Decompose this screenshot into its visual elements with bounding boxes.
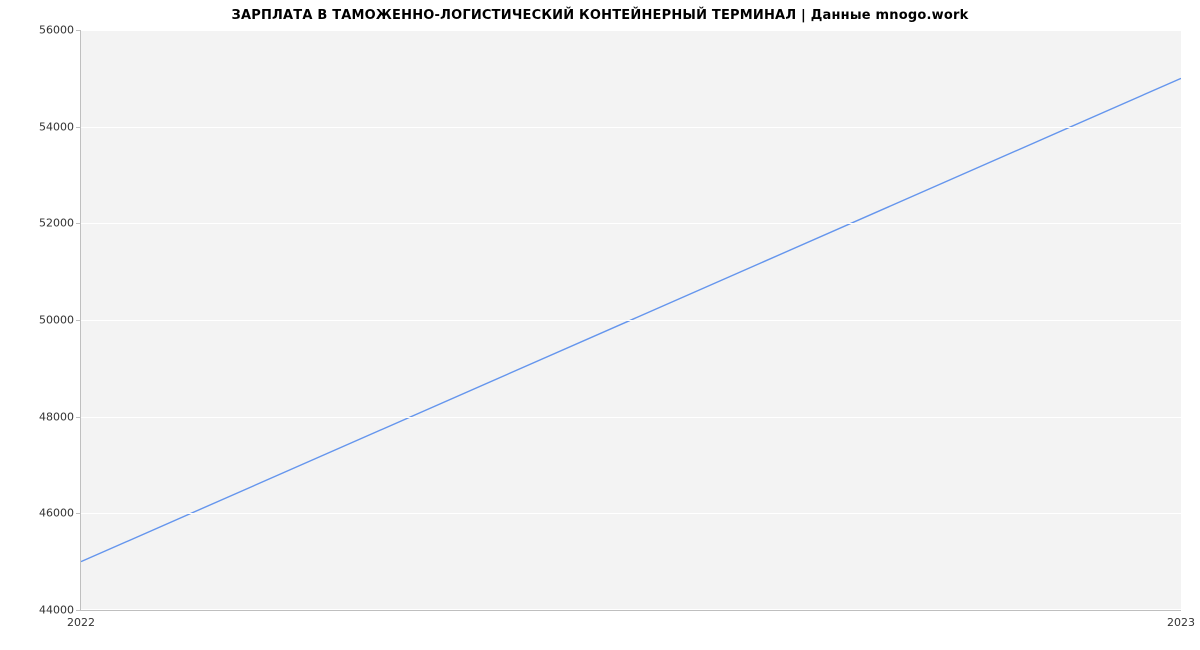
y-tick-label: 48000 bbox=[4, 410, 74, 423]
y-tick-label: 50000 bbox=[4, 314, 74, 327]
y-tick-label: 56000 bbox=[4, 24, 74, 37]
grid-line bbox=[81, 417, 1181, 418]
grid-line bbox=[81, 30, 1181, 31]
grid-line bbox=[81, 513, 1181, 514]
grid-line bbox=[81, 609, 1181, 610]
salary-line-chart: ЗАРПЛАТА В ТАМОЖЕННО-ЛОГИСТИЧЕСКИЙ КОНТЕ… bbox=[0, 0, 1200, 650]
y-tick-label: 44000 bbox=[4, 604, 74, 617]
x-tick-label: 2022 bbox=[67, 616, 95, 629]
y-tick-label: 52000 bbox=[4, 217, 74, 230]
y-tick-label: 54000 bbox=[4, 120, 74, 133]
y-tick-label: 46000 bbox=[4, 507, 74, 520]
chart-title: ЗАРПЛАТА В ТАМОЖЕННО-ЛОГИСТИЧЕСКИЙ КОНТЕ… bbox=[0, 8, 1200, 23]
x-tick-label: 2023 bbox=[1167, 616, 1195, 629]
grid-line bbox=[81, 320, 1181, 321]
grid-line bbox=[81, 127, 1181, 128]
grid-line bbox=[81, 223, 1181, 224]
plot-area bbox=[80, 30, 1181, 611]
